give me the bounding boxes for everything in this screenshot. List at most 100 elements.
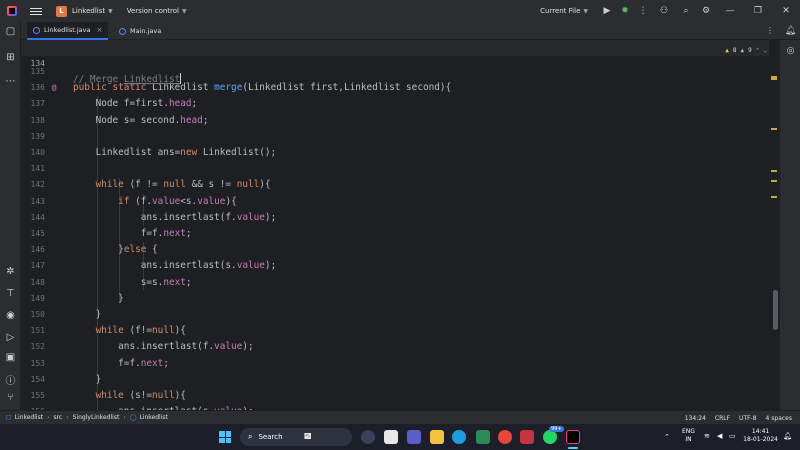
code-line[interactable]: 140 Linkedlist ans=new Linkedlist();: [21, 145, 769, 161]
code-line[interactable]: 148 s=s.next;: [21, 275, 769, 291]
minimize-icon[interactable]: —: [716, 6, 744, 16]
teams-icon[interactable]: [407, 430, 421, 444]
mcafee-icon[interactable]: [520, 430, 534, 444]
system-clock[interactable]: 14:41 18-01-2024: [743, 428, 778, 444]
code-token: Node s= second.: [73, 114, 181, 126]
notification-bell-icon[interactable]: 🔔︎: [783, 432, 792, 440]
task-view-icon[interactable]: [384, 430, 398, 444]
input-language[interactable]: ENG IN: [682, 428, 695, 444]
inspection-widget[interactable]: ▲ 8 ▲ 9 ⌃ ⌄: [725, 43, 767, 59]
close-icon[interactable]: ✕: [772, 6, 800, 16]
warning-marker[interactable]: [771, 78, 777, 80]
code-line[interactable]: 138 Node s= second.head;: [21, 113, 769, 129]
code-token: }: [73, 309, 102, 320]
code-line[interactable]: 155 while (s!=null){: [21, 388, 769, 404]
warning-marker[interactable]: [771, 170, 777, 172]
debug-tool-icon[interactable]: ✲: [0, 266, 21, 277]
code-line[interactable]: 142 while (f != null && s != null){: [21, 177, 769, 193]
code-text: s=s.next;: [73, 275, 192, 291]
more-icon[interactable]: ⋮: [634, 6, 652, 16]
vertical-scrollbar[interactable]: [773, 290, 778, 330]
chevron-up-icon[interactable]: ⌃: [664, 433, 670, 441]
clock-date: 18-01-2024: [743, 436, 778, 443]
run-config-selector[interactable]: Current File ▼: [540, 7, 588, 15]
code-line[interactable]: 144 ans.insertlast(f.value);: [21, 210, 769, 226]
windows-start-icon[interactable]: [219, 431, 231, 443]
problems-icon[interactable]: ⓘ: [0, 372, 21, 387]
indent-setting[interactable]: 4 spaces: [766, 415, 792, 422]
code-line[interactable]: 153 f=f.next;: [21, 356, 769, 372]
code-line[interactable]: 145 f=f.next;: [21, 226, 769, 242]
services-icon[interactable]: ◉: [0, 310, 21, 321]
close-tab-icon[interactable]: ×: [96, 26, 102, 34]
more-tabs-icon[interactable]: ⋮: [766, 26, 774, 35]
terminal-icon[interactable]: ▣: [0, 352, 21, 363]
search-icon[interactable]: ⌕: [676, 6, 696, 16]
edge-icon[interactable]: [452, 430, 466, 444]
breadcrumb-item[interactable]: Linkedlist: [139, 414, 167, 421]
tab-main-java[interactable]: Main.java: [113, 22, 167, 40]
line-separator[interactable]: CRLF: [715, 415, 730, 422]
code-line[interactable]: 139: [21, 129, 769, 145]
ai-assistant-icon[interactable]: ◎: [780, 46, 800, 56]
vcs-selector[interactable]: Version control ▼: [127, 7, 187, 15]
weak-warning-count: 9: [748, 47, 752, 54]
settings-icon[interactable]: ⚙: [696, 6, 716, 16]
breadcrumb-item[interactable]: Linkedlist: [15, 414, 43, 421]
code-line[interactable]: 150 }: [21, 307, 769, 323]
code-line[interactable]: 146 }else {: [21, 242, 769, 258]
breadcrumb-item[interactable]: src: [53, 414, 62, 421]
taskbar-search[interactable]: ⌕ Search 🎆︎: [240, 428, 352, 446]
build-icon[interactable]: ⊤: [0, 288, 21, 299]
debug-icon[interactable]: ✹: [616, 6, 634, 16]
code-line[interactable]: 141: [21, 161, 769, 177]
volume-icon[interactable]: ◀︎: [717, 432, 722, 440]
warning-marker[interactable]: [771, 128, 777, 130]
notifications-icon[interactable]: 🔔︎: [780, 26, 800, 36]
error-stripe[interactable]: [769, 40, 779, 410]
structure-icon[interactable]: ⊞: [0, 52, 21, 63]
code-with-me-icon[interactable]: ⚇: [652, 6, 676, 16]
whatsapp-icon[interactable]: [543, 430, 557, 444]
code-line[interactable]: 149 }: [21, 291, 769, 307]
store-icon[interactable]: [476, 430, 490, 444]
code-line[interactable]: 151 while (f!=null){: [21, 323, 769, 339]
override-gutter-icon[interactable]: @: [49, 80, 59, 96]
chevron-down-icon[interactable]: ⌄: [763, 43, 767, 59]
code-line[interactable]: 152 ans.insertlast(f.value);: [21, 339, 769, 355]
file-explorer-icon[interactable]: [430, 430, 444, 444]
tab-linkedlist-java[interactable]: Linkedlist.java ×: [27, 22, 109, 40]
breadcrumb-item[interactable]: SinglyLinkedlist: [73, 414, 120, 421]
run-icon[interactable]: ▶: [598, 6, 616, 16]
code-line[interactable]: 137 Node f=first.head;: [21, 96, 769, 112]
notification-badge: 99+: [549, 426, 564, 432]
chevron-up-icon[interactable]: ⌃: [756, 43, 760, 59]
code-token: null: [152, 390, 175, 401]
code-token: ){: [259, 179, 271, 191]
caret-position[interactable]: 134:24: [685, 415, 706, 422]
git-icon[interactable]: ⑂: [0, 392, 21, 403]
hamburger-menu-icon[interactable]: [30, 7, 42, 15]
code-token: Linkedlist ans=: [73, 147, 181, 158]
code-line[interactable]: 147 ans.insertlast(s.value);: [21, 258, 769, 274]
run-tool-icon[interactable]: ▷: [0, 332, 21, 343]
code-token: }: [73, 244, 124, 256]
code-line[interactable]: 154 }: [21, 372, 769, 388]
code-editor[interactable]: 134 // Merge Linkedlist ▲ 8 ▲ 9 ⌃ ⌄ 1351…: [21, 40, 769, 410]
chrome-icon[interactable]: [498, 430, 512, 444]
line-number: 143: [30, 196, 45, 206]
restore-icon[interactable]: ❐: [744, 6, 772, 16]
project-folder-icon[interactable]: ▢: [0, 26, 21, 37]
more-tools-icon[interactable]: ⋯: [0, 76, 21, 87]
warning-marker[interactable]: [771, 196, 777, 198]
code-line[interactable]: 143 if (f.value<s.value){: [21, 194, 769, 210]
file-encoding[interactable]: UTF-8: [739, 415, 757, 422]
battery-icon[interactable]: ▭: [729, 432, 736, 440]
sticky-line[interactable]: 134 // Merge Linkedlist ▲ 8 ▲ 9 ⌃ ⌄: [21, 40, 769, 85]
warning-marker[interactable]: [771, 180, 777, 182]
copilot-icon[interactable]: [361, 430, 375, 444]
project-badge[interactable]: L: [56, 5, 67, 17]
project-selector[interactable]: Linkedlist ▼: [72, 7, 113, 15]
wifi-icon[interactable]: ≋: [704, 432, 710, 440]
intellij-taskbar-icon[interactable]: [566, 430, 580, 444]
